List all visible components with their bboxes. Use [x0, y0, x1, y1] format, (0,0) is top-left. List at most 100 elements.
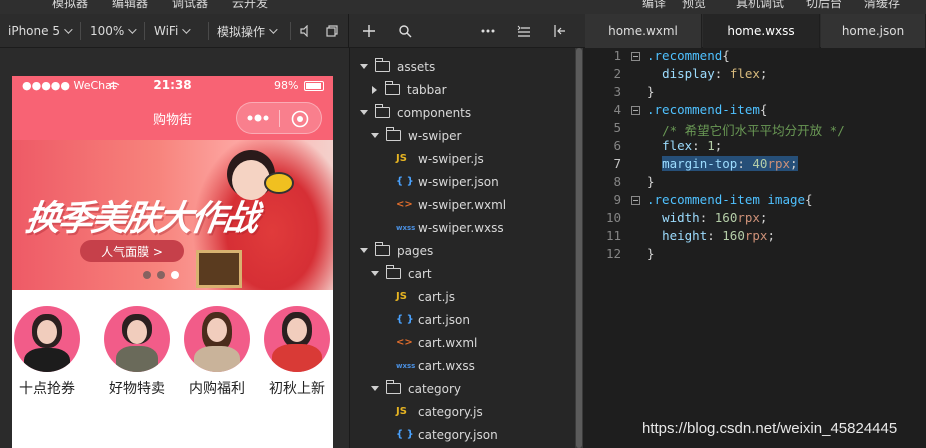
js-file-icon: JS: [396, 153, 407, 164]
tree-file[interactable]: wxss w-swiper.wxss: [396, 216, 504, 239]
tree-folder-tabbar[interactable]: tabbar: [372, 78, 447, 101]
tree-file[interactable]: <> cart.wxml: [396, 331, 477, 354]
line-number: 3: [613, 84, 621, 99]
divider: [208, 22, 209, 40]
search-icon[interactable]: [399, 14, 412, 48]
tree-folder-components[interactable]: components: [360, 101, 471, 124]
code-line[interactable]: height: 160rpx;: [647, 228, 775, 243]
tree-folder-w-swiper[interactable]: w-swiper: [371, 124, 461, 147]
divider: [80, 22, 81, 40]
recommend-label: 内购福利: [189, 381, 245, 397]
recommend-label: 十点抢券: [19, 381, 75, 397]
code-line[interactable]: .recommend-item image{: [647, 192, 813, 207]
recommend-avatar: [104, 306, 170, 372]
tree-folder-category[interactable]: category: [371, 377, 461, 400]
json-file-icon: { }: [396, 314, 414, 325]
simulate-select[interactable]: 模拟操作: [217, 14, 278, 48]
code-line[interactable]: }: [647, 246, 655, 261]
nav-bar: 购物街: [12, 96, 333, 140]
line-number: 8: [613, 174, 621, 189]
menu-real-debug[interactable]: 真机调试: [736, 0, 784, 11]
more-icon[interactable]: [481, 14, 495, 48]
chevron-down-icon: [64, 25, 73, 34]
add-file-icon[interactable]: [363, 14, 375, 48]
chevron-down-icon: [182, 25, 191, 34]
banner-product-box: [196, 250, 242, 288]
code-line[interactable]: /* 希望它们水平平均分开放 */: [647, 120, 845, 139]
tree-folder-cart[interactable]: cart: [371, 262, 432, 285]
swiper-dot[interactable]: [157, 271, 165, 279]
recommend-avatar: [14, 306, 80, 372]
collapse-icon[interactable]: [553, 14, 567, 48]
code-line-selected[interactable]: margin-top: 40rpx;: [647, 156, 798, 171]
swiper-dot[interactable]: [143, 271, 151, 279]
banner-headline: 换季美肤大作战: [22, 198, 260, 239]
menu-compile[interactable]: 编译: [642, 0, 666, 11]
tree-file[interactable]: { } w-swiper.json: [396, 170, 499, 193]
swiper-dot-active[interactable]: [171, 271, 179, 279]
phone-screen: ●●●●● WeChat 21:38 98% 购物街 换季美肤大作战 人气面膜 …: [12, 76, 333, 448]
tree-folder-assets[interactable]: assets: [360, 55, 435, 78]
code-line[interactable]: }: [647, 84, 655, 99]
tab-home-wxss[interactable]: home.wxss: [703, 14, 820, 48]
code-line[interactable]: .recommend{: [647, 48, 730, 63]
fold-icon[interactable]: [631, 196, 640, 205]
js-file-icon: JS: [396, 406, 407, 417]
volume-icon[interactable]: [300, 14, 310, 48]
menu-clear-cache[interactable]: 清缓存: [864, 0, 900, 11]
tree-file[interactable]: JS w-swiper.js: [396, 147, 484, 170]
swiper-banner[interactable]: 换季美肤大作战 人气面膜 >: [12, 140, 333, 290]
fold-icon[interactable]: [631, 52, 640, 61]
tree-file[interactable]: <> w-swiper.wxml: [396, 193, 506, 216]
chevron-down-icon: [128, 25, 137, 34]
close-miniprogram-icon[interactable]: [291, 110, 309, 128]
menu-simulator[interactable]: 模拟器: [52, 0, 88, 11]
tab-home-json[interactable]: home.json: [821, 14, 926, 48]
code-line[interactable]: flex: 1;: [647, 138, 722, 153]
folder-icon: [375, 58, 390, 72]
recommend-item[interactable]: 十点抢券: [12, 306, 87, 398]
js-file-icon: JS: [396, 291, 407, 302]
chevron-down-icon: [360, 248, 368, 253]
sort-icon[interactable]: [517, 14, 531, 48]
tree-file[interactable]: { } category.json: [396, 423, 498, 446]
line-number: 4: [613, 102, 621, 117]
tree-file[interactable]: JS category.js: [396, 400, 483, 423]
detach-window-icon[interactable]: [326, 14, 338, 48]
code-line[interactable]: }: [647, 174, 655, 189]
chevron-right-icon: [372, 85, 377, 94]
menu-editor[interactable]: 编辑器: [112, 0, 148, 11]
capsule-menu[interactable]: [236, 102, 322, 134]
device-select[interactable]: iPhone 5: [8, 14, 73, 48]
recommend-item[interactable]: 内购福利: [177, 306, 257, 398]
scrollbar-thumb[interactable]: [576, 48, 582, 448]
code-editor[interactable]: 1 .recommend{ 2 display: flex; 3 } 4 .re…: [583, 48, 926, 448]
recommend-item[interactable]: 初秋上新: [257, 306, 333, 398]
code-line[interactable]: display: flex;: [647, 66, 767, 81]
recommend-item[interactable]: 好物特卖: [97, 306, 177, 398]
menu-cloud[interactable]: 云开发: [232, 0, 268, 11]
chevron-down-icon: [371, 133, 379, 138]
network-select[interactable]: WiFi: [154, 14, 191, 48]
file-tree: assets tabbar components w-swiper JS w-sw…: [349, 48, 575, 448]
tree-file[interactable]: JS cart.js: [396, 285, 455, 308]
banner-sunglasses: [264, 172, 294, 194]
fold-icon[interactable]: [631, 106, 640, 115]
zoom-select[interactable]: 100%: [90, 14, 137, 48]
code-line[interactable]: .recommend-item{: [647, 102, 767, 117]
watermark: https://blog.csdn.net/weixin_45824445: [642, 420, 898, 437]
tree-file[interactable]: wxss cart.wxss: [396, 354, 475, 377]
more-dots-icon[interactable]: [247, 114, 269, 122]
banner-button[interactable]: 人气面膜 >: [80, 240, 184, 262]
menu-preview[interactable]: 预览: [682, 0, 706, 11]
folder-icon: [386, 127, 401, 141]
chevron-down-icon: [371, 271, 379, 276]
code-line[interactable]: width: 160rpx;: [647, 210, 767, 225]
tree-folder-pages[interactable]: pages: [360, 239, 433, 262]
tree-scrollbar[interactable]: [575, 48, 583, 448]
recommend-avatar: [184, 306, 250, 372]
tab-home-wxml[interactable]: home.wxml: [585, 14, 702, 48]
menu-background[interactable]: 切后台: [806, 0, 842, 11]
tree-file[interactable]: { } cart.json: [396, 308, 470, 331]
menu-debugger[interactable]: 调试器: [172, 0, 208, 11]
